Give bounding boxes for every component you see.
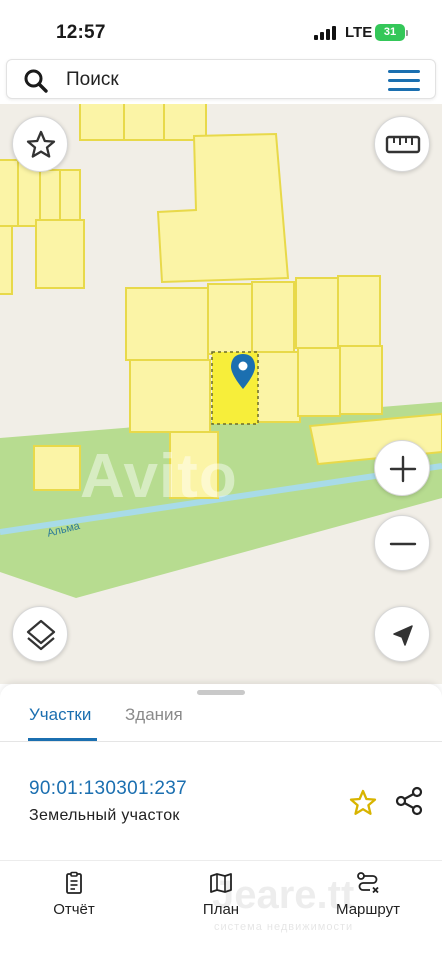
nav-report-label: Отчёт — [53, 901, 95, 918]
map-canvas[interactable] — [0, 104, 442, 684]
add-favorite-star-icon[interactable] — [348, 788, 378, 818]
locate-button[interactable] — [374, 606, 430, 662]
layers-icon — [26, 619, 56, 651]
battery-icon: 31 — [375, 24, 405, 41]
parcel-info-sheet: Участки Здания 90:01:130301:237 Земельны… — [0, 684, 442, 860]
plus-icon — [389, 455, 417, 483]
nav-route[interactable]: Маршрут — [318, 871, 418, 918]
minus-icon — [389, 542, 417, 546]
map-icon — [210, 873, 232, 893]
tab-parcels[interactable]: Участки — [29, 705, 91, 725]
report-icon — [66, 871, 82, 894]
bottom-navigation: Jeare.tt система недвижимости Отчёт План… — [0, 860, 442, 960]
sheet-drag-handle[interactable] — [197, 690, 245, 695]
nav-report[interactable]: Отчёт — [24, 871, 124, 918]
tab-buildings[interactable]: Здания — [125, 705, 183, 725]
battery-cap — [406, 30, 408, 36]
watermark-subtext: система недвижимости — [214, 921, 354, 933]
ruler-button[interactable] — [374, 116, 430, 172]
navigation-arrow-icon — [393, 625, 413, 646]
search-bar[interactable]: Поиск — [6, 59, 436, 99]
hamburger-menu-icon[interactable] — [388, 70, 420, 92]
nav-route-label: Маршрут — [336, 901, 400, 918]
favorite-button[interactable] — [12, 116, 68, 172]
network-label: LTE — [345, 24, 373, 41]
map-view[interactable]: Альма Avito — [0, 104, 442, 684]
parcel-type-label: Земельный участок — [29, 807, 180, 824]
avito-watermark: Avito — [80, 442, 238, 511]
search-icon[interactable] — [23, 68, 49, 94]
status-bar: 12:57 LTE 31 — [0, 0, 442, 58]
share-icon[interactable] — [394, 786, 424, 816]
nav-plan-label: План — [202, 901, 240, 918]
zoom-out-button[interactable] — [374, 515, 430, 571]
battery-level: 31 — [383, 26, 397, 38]
route-icon — [357, 872, 379, 894]
zoom-in-button[interactable] — [374, 440, 430, 496]
tab-divider — [0, 741, 442, 742]
ruler-icon — [385, 135, 421, 154]
signal-icon — [314, 26, 338, 40]
nav-plan[interactable]: План — [171, 871, 271, 918]
parcel-group-top — [79, 104, 290, 284]
star-outline-icon — [26, 130, 56, 158]
layers-button[interactable] — [12, 606, 68, 662]
status-time: 12:57 — [56, 22, 106, 43]
search-input[interactable]: Поиск — [66, 69, 119, 91]
cadastral-number-link[interactable]: 90:01:130301:237 — [29, 778, 187, 800]
